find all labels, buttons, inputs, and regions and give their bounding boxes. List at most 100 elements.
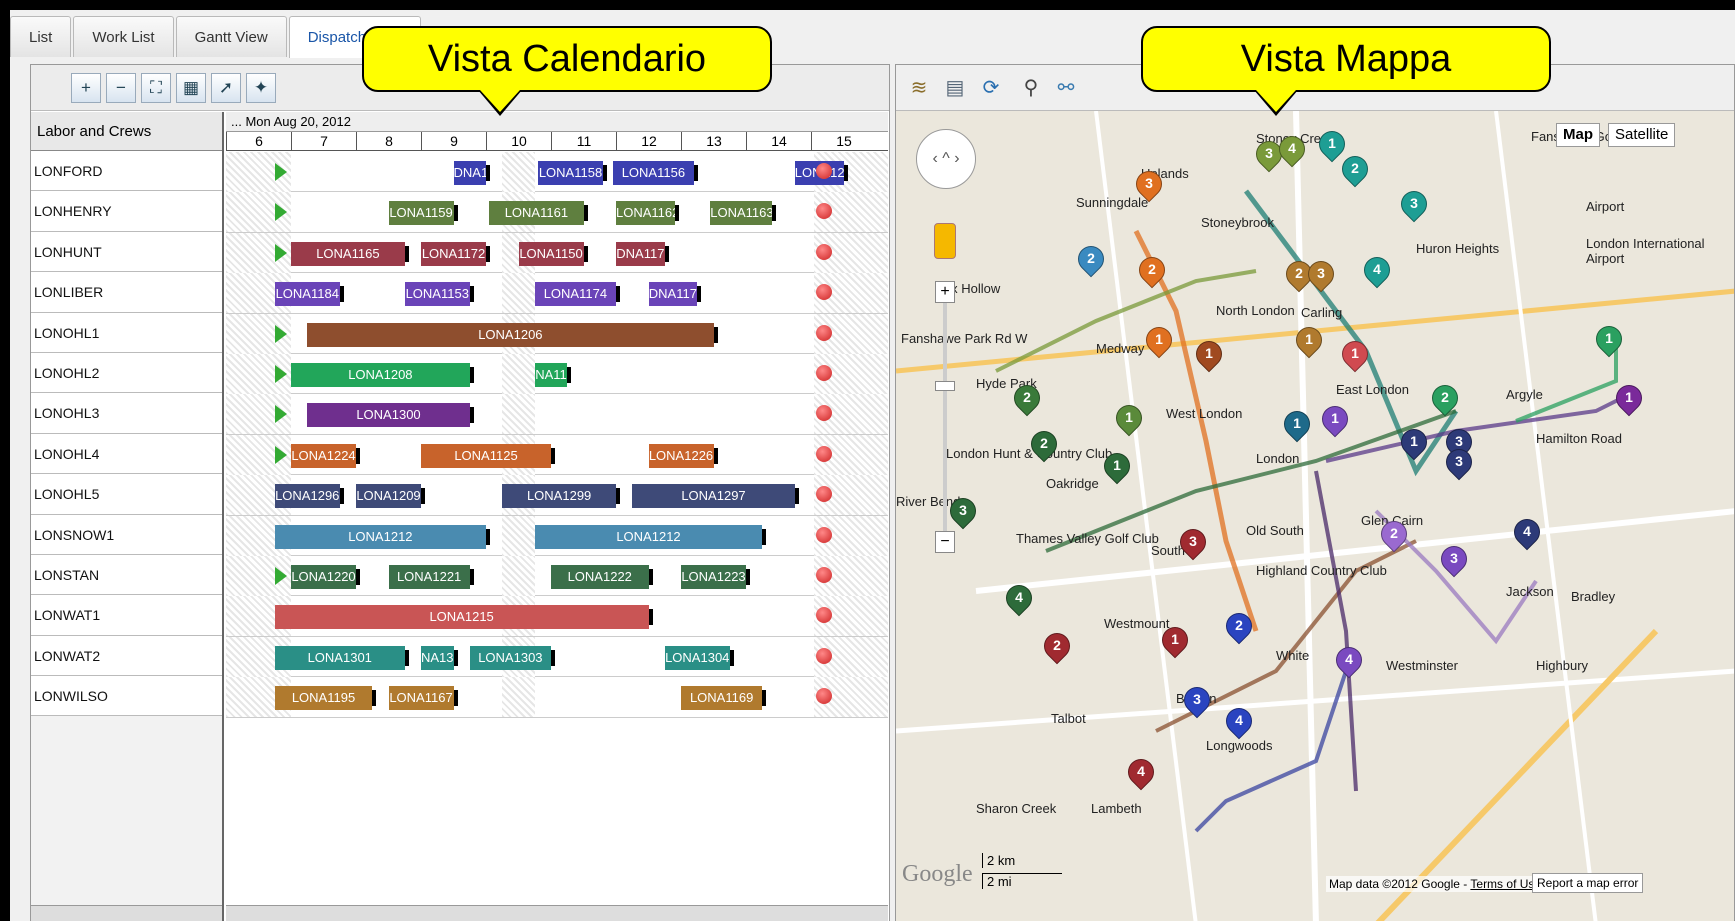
task-bar[interactable]: LONA1174 — [534, 282, 616, 307]
task-bar[interactable]: LONA1206 — [307, 322, 714, 347]
map-marker-icon[interactable]: 3 — [1395, 185, 1433, 225]
zoom-slider-handle[interactable] — [935, 381, 955, 391]
map-marker-icon[interactable]: 4 — [1273, 130, 1311, 170]
terms-of-use-link[interactable]: Terms of Use — [1470, 877, 1541, 891]
crew-name[interactable]: LONOHL4 — [31, 433, 222, 475]
task-bar[interactable]: LONA1161 — [489, 201, 584, 226]
task-bar[interactable]: NA11 — [534, 363, 568, 387]
task-bar[interactable]: LONA1125 — [421, 443, 551, 468]
task-bar[interactable]: LONA1153 — [404, 282, 470, 307]
map-marker-icon[interactable]: 2 — [1426, 379, 1464, 419]
fit-screen-icon[interactable]: ⛶ — [141, 73, 171, 103]
task-bar[interactable]: LONA1163 — [710, 201, 772, 226]
map-marker-icon[interactable]: 3 — [1302, 255, 1340, 295]
map-marker-icon[interactable]: 1 — [1190, 335, 1228, 375]
task-bar[interactable]: LONA1212 — [534, 524, 763, 549]
task-bar[interactable]: LONA1195 — [274, 686, 373, 711]
task-bar[interactable]: DNA117 — [648, 282, 698, 307]
map-marker-icon[interactable]: 4 — [1330, 641, 1368, 681]
task-bar[interactable]: LONA1159 — [388, 201, 454, 226]
task-bar[interactable]: LONA1165 — [291, 241, 405, 266]
report-map-error-button[interactable]: Report a map error — [1532, 873, 1644, 893]
map-marker-icon[interactable]: 2 — [1072, 240, 1110, 280]
crew-name[interactable]: LONHENRY — [31, 191, 222, 232]
map-marker-icon[interactable]: 4 — [1220, 702, 1258, 742]
map-marker-icon[interactable]: 3 — [1435, 540, 1473, 580]
map-marker-icon[interactable]: 2 — [1038, 627, 1076, 667]
zoom-in-icon[interactable]: + — [71, 73, 101, 103]
map-marker-icon[interactable]: 4 — [1000, 579, 1038, 619]
task-bar[interactable]: LONA1222 — [551, 565, 649, 589]
map-marker-icon[interactable]: 4 — [1358, 251, 1396, 291]
task-bar[interactable]: LONA1209 — [356, 484, 421, 509]
task-bar[interactable]: LONA1150 — [518, 241, 584, 266]
calendar-icon[interactable]: ▦ — [176, 73, 206, 103]
task-bar[interactable]: LONA1184 — [274, 282, 340, 307]
clipboard-icon[interactable]: ▤ — [940, 73, 970, 103]
task-bar[interactable]: LONA1224 — [291, 443, 356, 468]
task-bar[interactable]: LONA1158 — [538, 161, 603, 185]
task-bar[interactable]: LONA1212 — [274, 524, 486, 549]
crew-name[interactable]: LONOHL3 — [31, 393, 222, 434]
task-bar[interactable]: LONA1220 — [291, 565, 356, 589]
map-marker-icon[interactable]: 1 — [1316, 400, 1354, 440]
task-bar[interactable]: LONA1297 — [632, 484, 795, 509]
task-bar[interactable]: LONA1215 — [274, 605, 649, 630]
map-marker-icon[interactable]: 1 — [1590, 320, 1628, 360]
crew-name[interactable]: LONWAT2 — [31, 635, 222, 677]
map-marker-icon[interactable]: 3 — [1440, 443, 1478, 483]
map-marker-icon[interactable]: 1 — [1610, 379, 1648, 419]
crew-name[interactable]: LONOHL1 — [31, 312, 222, 353]
route-icon[interactable]: ⚯ — [1051, 73, 1081, 103]
layers-icon[interactable]: ≋ — [904, 73, 934, 103]
map-canvas[interactable]: Stoney Creek Uplands Sunningdale Stoneybroo… — [896, 111, 1734, 921]
map-marker-icon[interactable]: 1 — [1336, 335, 1374, 375]
map-marker-icon[interactable]: 3 — [1178, 681, 1216, 721]
task-bar[interactable]: LONA1303 — [469, 645, 551, 670]
tab-gantt-view[interactable]: Gantt View — [175, 16, 287, 57]
map-marker-icon[interactable]: 1 — [1290, 321, 1328, 361]
task-bar[interactable]: LONA1304 — [664, 645, 730, 670]
zoom-out-map-button[interactable]: − — [935, 531, 955, 553]
tab-work-list[interactable]: Work List — [73, 16, 174, 57]
map-marker-icon[interactable]: 3 — [1130, 165, 1168, 205]
map-marker-icon[interactable]: 1 — [1140, 321, 1178, 361]
crew-name[interactable]: LONWILSO — [31, 676, 222, 717]
map-marker-icon[interactable]: 2 — [1220, 607, 1258, 647]
map-marker-icon[interactable]: 4 — [1122, 753, 1160, 793]
dispatch-icon[interactable]: ✦ — [246, 73, 276, 103]
map-marker-icon[interactable]: 2 — [1133, 251, 1171, 291]
task-bar[interactable]: LONA1162 — [616, 201, 675, 226]
street-view-pegman-icon[interactable] — [934, 223, 956, 259]
task-bar[interactable]: LONA1301 — [274, 645, 405, 670]
crew-name[interactable]: LONSNOW1 — [31, 514, 222, 555]
crew-name[interactable]: LONOHL2 — [31, 352, 222, 394]
task-bar[interactable]: LONA1296 — [274, 484, 340, 509]
task-bar[interactable]: LONA1226 — [648, 443, 714, 468]
pan-control[interactable]: ‹ ^ › — [916, 129, 976, 189]
map-marker-icon[interactable]: 2 — [1375, 515, 1413, 555]
zoom-slider-track[interactable] — [943, 303, 947, 533]
task-bar[interactable]: LONA1156 — [612, 161, 694, 185]
map-marker-icon[interactable]: 1 — [1395, 423, 1433, 463]
crew-name[interactable]: LONLIBER — [31, 272, 222, 313]
crew-name[interactable]: LONOHL5 — [31, 474, 222, 515]
task-bar[interactable]: LONA1223 — [681, 565, 746, 589]
task-bar[interactable]: LONA1169 — [681, 686, 763, 711]
crew-name[interactable]: LONSTAN — [31, 554, 222, 596]
map-marker-icon[interactable]: 2 — [1008, 379, 1046, 419]
task-bar[interactable]: NA13 — [421, 645, 454, 670]
map-marker-icon[interactable]: 1 — [1156, 621, 1194, 661]
task-bar[interactable]: DNA115 — [453, 161, 486, 185]
zoom-in-map-button[interactable]: + — [935, 281, 955, 303]
select-pointer-icon[interactable]: ➚ — [211, 73, 241, 103]
task-bar[interactable]: LONA1299 — [502, 484, 616, 509]
map-marker-icon[interactable]: 2 — [1025, 425, 1063, 465]
map-type-map-button[interactable]: Map — [1556, 123, 1600, 147]
map-marker-icon[interactable]: 1 — [1098, 447, 1136, 487]
tab-list[interactable]: List — [10, 16, 72, 57]
task-bar[interactable]: LONA1208 — [291, 363, 470, 387]
map-type-satellite-button[interactable]: Satellite — [1608, 123, 1676, 147]
task-bar[interactable]: LONA1221 — [388, 565, 470, 589]
map-marker-icon[interactable]: 1 — [1110, 399, 1148, 439]
